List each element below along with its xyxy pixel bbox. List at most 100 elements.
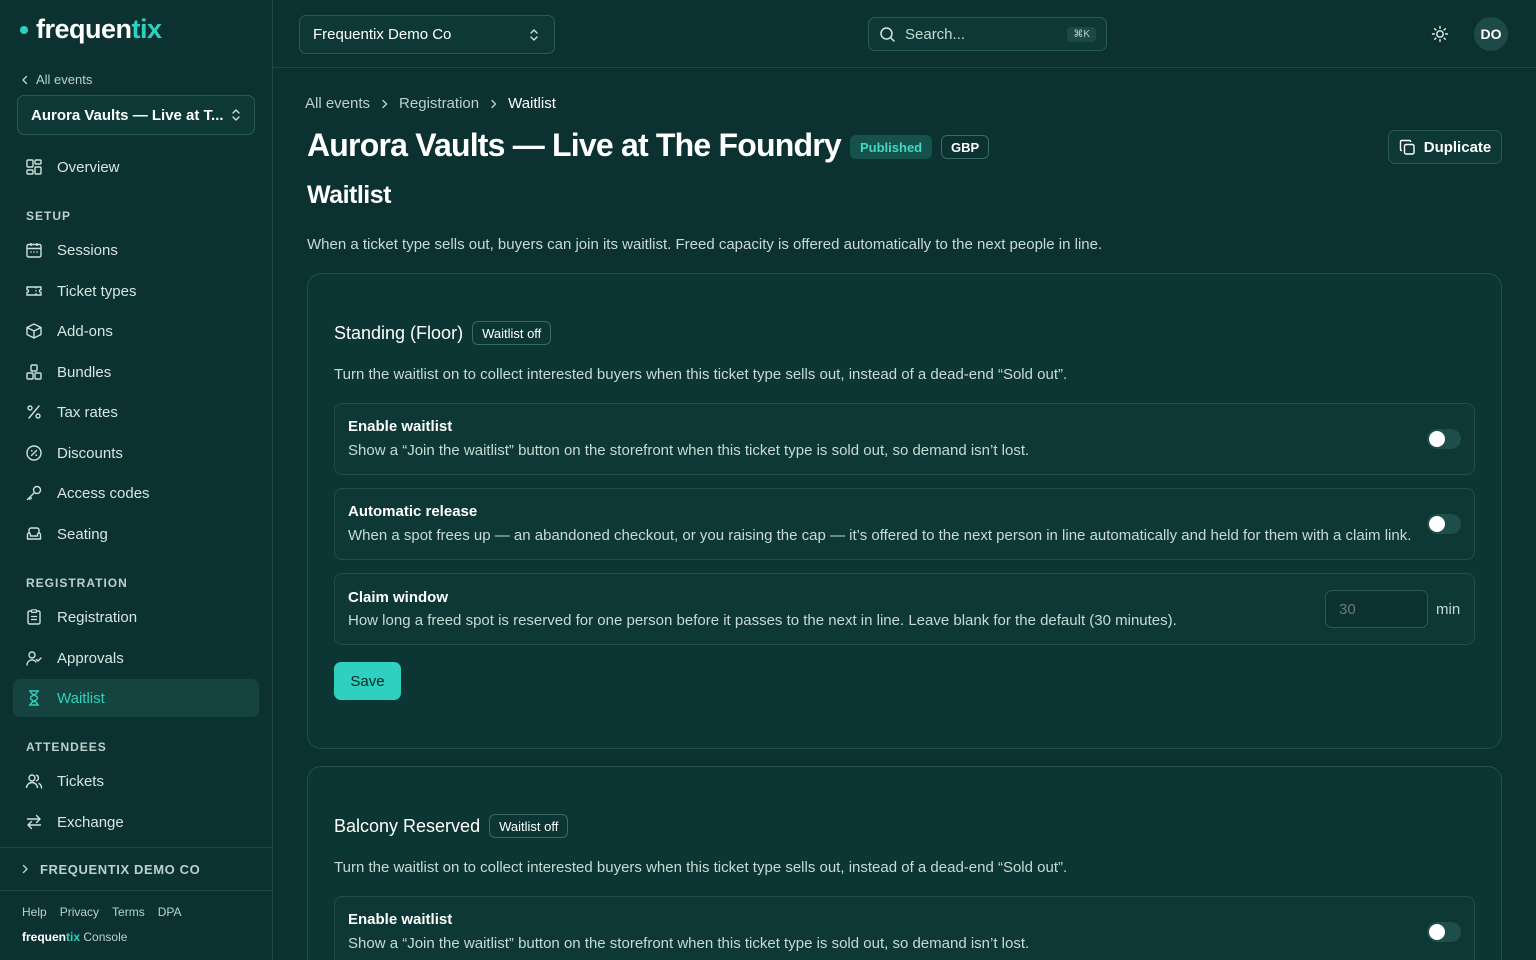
sidebar-item-approvals[interactable]: Approvals [13,639,259,677]
footer-link-privacy[interactable]: Privacy [60,905,99,919]
card-header: Balcony Reserved Waitlist off [334,814,569,838]
section-title: Waitlist [307,181,391,209]
sidebar-item-tax-rates[interactable]: Tax rates [13,393,259,431]
clipboard-icon [27,609,41,625]
chevron-right-icon [491,99,497,108]
org-selector-label: Frequentix Demo Co [313,26,452,43]
card-description: Turn the waitlist on to collect interest… [334,859,1068,876]
sidebar-item-registration[interactable]: Registration [13,598,259,636]
sidebar-item-label: Tickets [57,772,104,790]
sidebar-item-label: Registration [57,608,138,626]
avatar[interactable]: DO [1474,17,1508,51]
armchair-icon [26,527,42,540]
sidebar-item-bundles[interactable]: Bundles [13,353,259,391]
waitlist-status-badge: Waitlist off [472,321,552,345]
search-box[interactable]: ⌘K [868,17,1107,51]
claim-window-unit: min [1436,601,1461,618]
chevron-right-icon [382,99,388,108]
waitlist-card-balcony: Balcony Reserved Waitlist off Turn the w… [307,766,1502,960]
breadcrumb-registration[interactable]: Registration [399,95,479,112]
org-expander[interactable]: FREQUENTIX DEMO CO [0,847,272,891]
footer-link-dpa[interactable]: DPA [158,905,182,919]
card-title: Standing (Floor) [334,322,464,343]
card-title: Balcony Reserved [334,815,481,836]
sidebar-item-label: Approvals [57,649,124,667]
user-check-icon [26,651,42,666]
option-label: Claim window [348,589,449,606]
sidebar-item-access-codes[interactable]: Access codes [13,474,259,512]
automatic-release-row: Automatic release When a spot frees up —… [334,488,1475,560]
sidebar-item-label: Overview [57,158,120,176]
footer-link-terms[interactable]: Terms [112,905,145,919]
sidebar-item-add-ons[interactable]: Add-ons [13,312,259,350]
percent-icon [27,405,41,419]
sidebar-item-label: Sessions [57,241,118,259]
breadcrumb-waitlist: Waitlist [508,95,556,112]
theme-toggle-button[interactable] [1428,22,1452,46]
option-help: Show a “Join the waitlist” button on the… [348,935,1030,952]
breadcrumb-all-events[interactable]: All events [305,95,370,112]
sun-icon [1431,25,1449,43]
sidebar-item-label: Access codes [57,484,150,502]
card-description: Turn the waitlist on to collect interest… [334,366,1068,383]
sidebar-item-label: Discounts [57,444,123,462]
hourglass-icon [28,690,40,706]
sidebar-item-label: Tax rates [57,403,118,421]
sidebar-item-seating[interactable]: Seating [13,515,259,553]
sidebar-item-label: Exchange [57,813,124,831]
event-selector[interactable]: Aurora Vaults — Live at T... [17,95,255,135]
back-link-label: All events [36,72,93,87]
currency-badge: GBP [941,135,990,159]
badge-percent-icon [26,445,42,461]
topbar: Frequentix Demo Co ⌘K DO [273,0,1536,68]
duplicate-label: Duplicate [1423,138,1492,156]
dashboard-icon [26,159,42,175]
nav-section-attendees: ATTENDEES [26,740,107,754]
option-label: Automatic release [348,503,478,520]
sidebar-item-tickets[interactable]: Tickets [13,762,259,800]
claim-window-input[interactable] [1325,590,1428,628]
enable-waitlist-row: Enable waitlist Show a “Join the waitlis… [334,896,1475,960]
duplicate-button[interactable]: Duplicate [1388,130,1502,164]
calendar-icon [26,243,42,258]
chevron-up-down-icon [232,109,240,121]
page-description: When a ticket type sells out, buyers can… [307,236,1103,253]
option-label: Enable waitlist [348,418,453,435]
footer-link-help[interactable]: Help [22,905,47,919]
key-icon [26,485,42,501]
save-button[interactable]: Save [334,662,401,700]
users-icon [25,774,43,789]
logo[interactable]: frequentix [20,14,162,45]
sidebar-item-overview[interactable]: Overview [13,148,259,186]
footer-brand: frequentix Console [22,930,128,944]
sidebar-item-discounts[interactable]: Discounts [13,434,259,472]
sidebar-item-ticket-types[interactable]: Ticket types [13,272,259,310]
automatic-release-toggle[interactable] [1427,514,1461,534]
boxes-icon [26,364,42,380]
card-header: Standing (Floor) Waitlist off [334,321,552,345]
chevron-left-icon [22,75,28,84]
waitlist-status-badge: Waitlist off [489,814,569,838]
copy-icon [1399,139,1415,155]
enable-waitlist-toggle[interactable] [1427,922,1461,942]
logo-dot [20,25,28,34]
enable-waitlist-toggle[interactable] [1427,429,1461,449]
sidebar-item-sessions[interactable]: Sessions [13,231,259,269]
sidebar-item-label: Waitlist [57,689,105,707]
waitlist-card-standing: Standing (Floor) Waitlist off Turn the w… [307,273,1502,749]
claim-window-row: Claim window How long a freed spot is re… [334,573,1475,645]
nav-section-setup: SETUP [26,209,72,223]
search-shortcut: ⌘K [1067,26,1096,42]
option-help: Show a “Join the waitlist” button on the… [348,442,1030,459]
back-to-all-events-link[interactable]: All events [20,72,92,87]
event-selector-label: Aurora Vaults — Live at T... [31,106,224,124]
sidebar-item-label: Seating [57,525,108,543]
status-badge: Published [850,135,933,159]
sidebar-item-waitlist[interactable]: Waitlist [13,679,259,717]
chevron-up-down-icon [530,28,538,41]
sidebar-item-exchange[interactable]: Exchange [13,803,259,841]
search-input[interactable] [905,25,1055,43]
footer-links: Help Privacy Terms DPA [22,905,182,919]
org-selector[interactable]: Frequentix Demo Co [299,15,555,54]
chevron-right-icon [22,864,28,874]
